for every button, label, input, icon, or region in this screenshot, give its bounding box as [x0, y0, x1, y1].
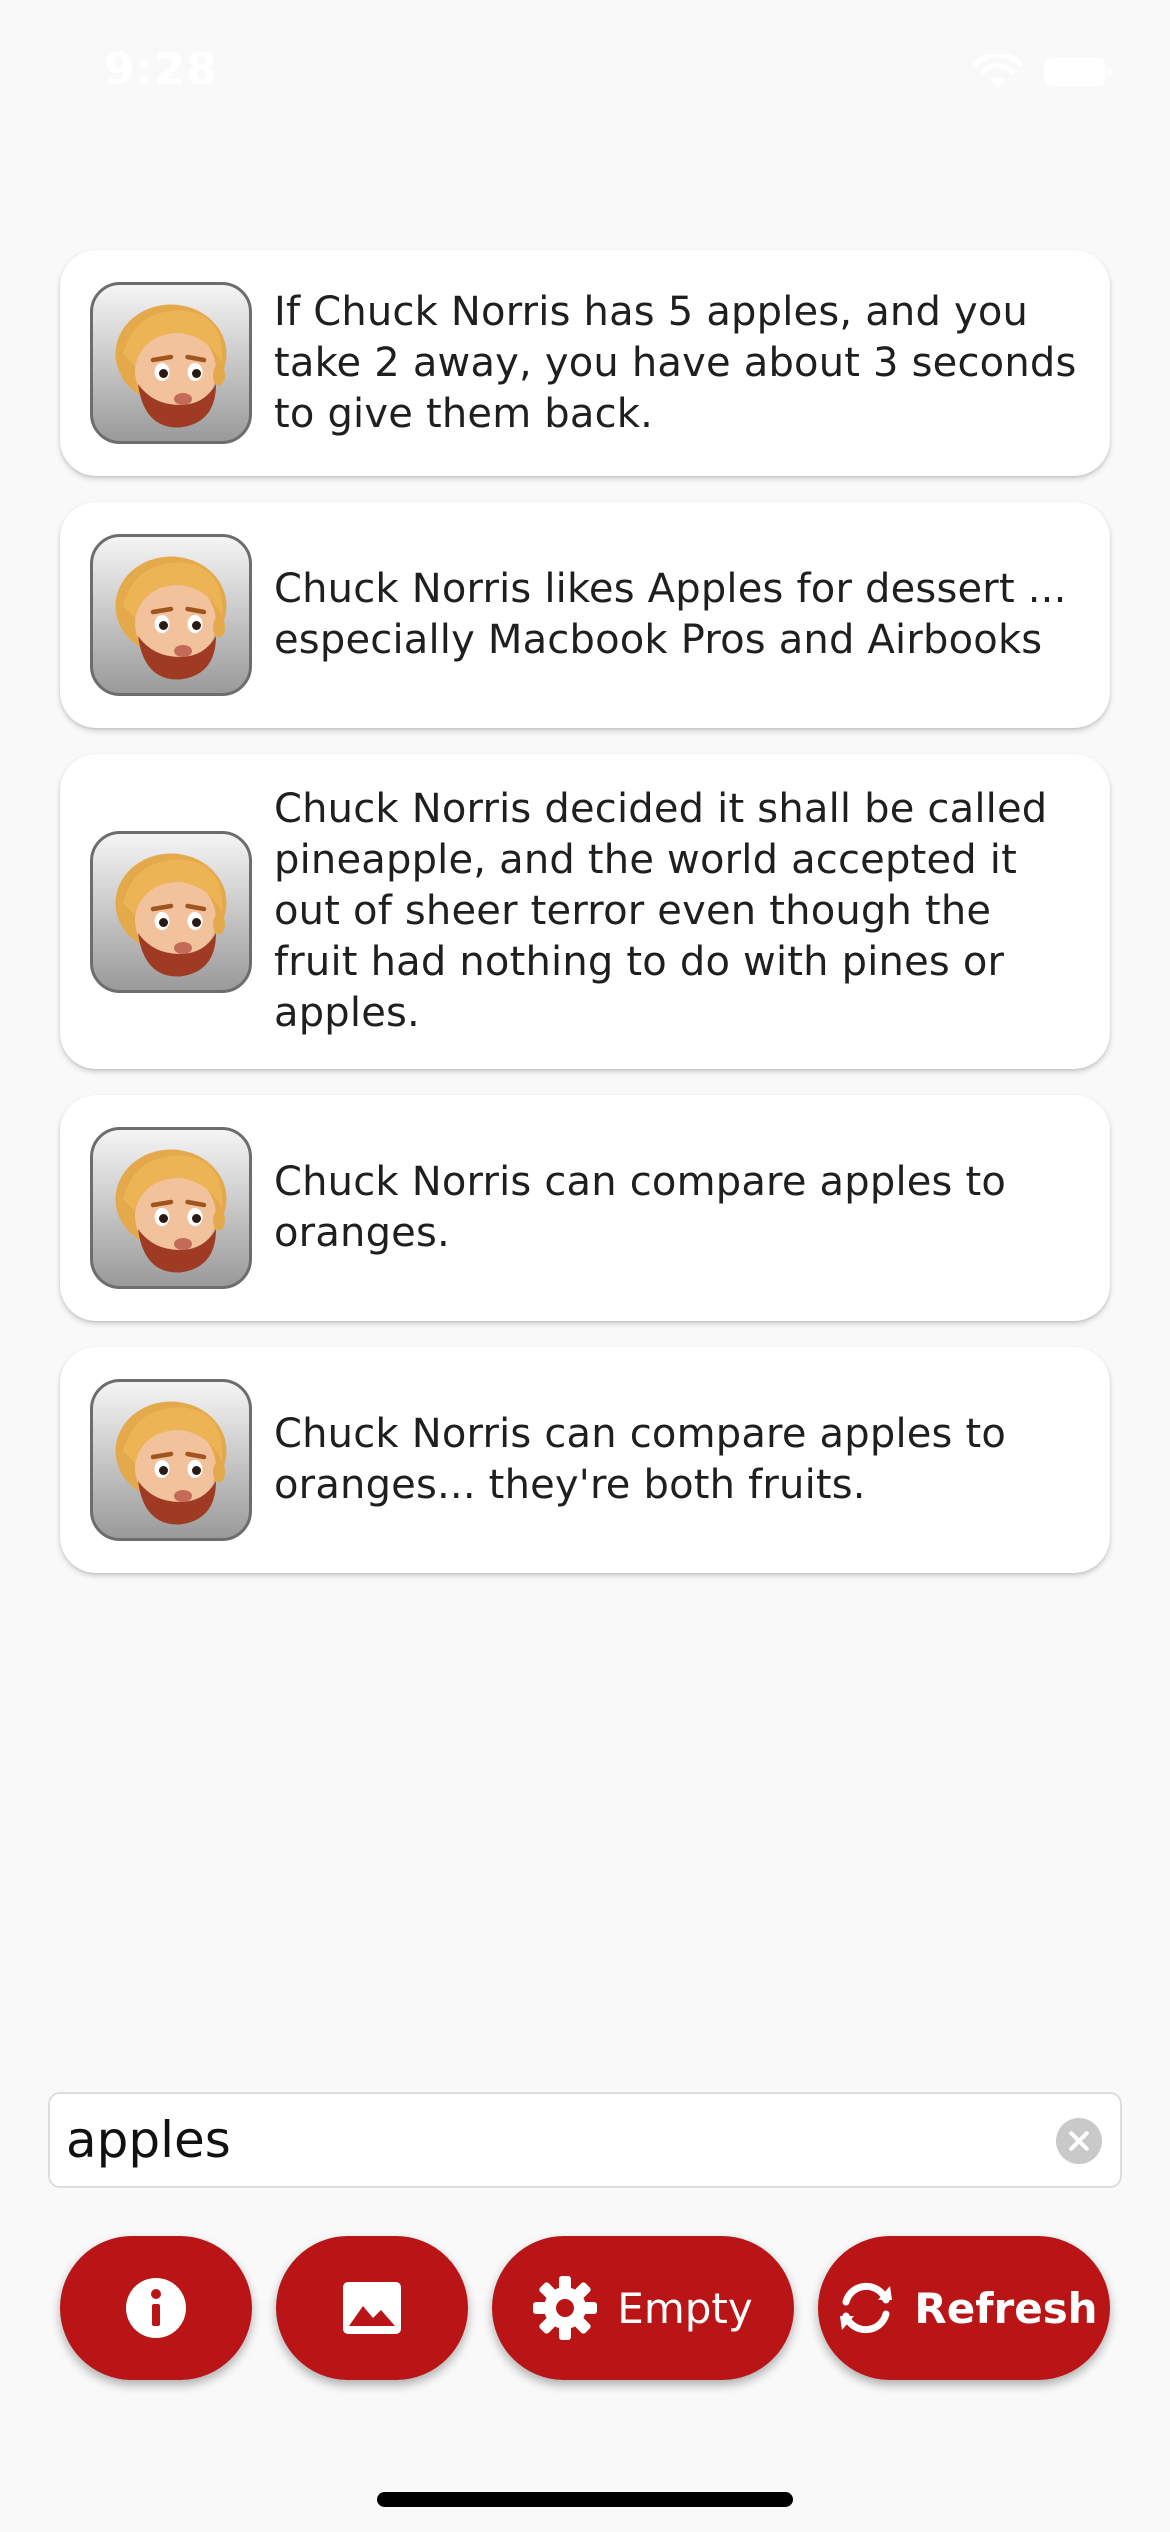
chuck-norris-avatar [90, 534, 252, 696]
battery-cap [1108, 66, 1112, 78]
avatar-image [115, 556, 227, 680]
joke-text: Chuck Norris can compare apples to orang… [274, 1159, 1007, 1256]
joke-card[interactable]: Chuck Norris decided it shall be called … [60, 754, 1110, 1069]
joke-card[interactable]: If Chuck Norris has 5 apples, and you ta… [60, 250, 1110, 476]
chuck-norris-avatar [90, 282, 252, 444]
clear-icon[interactable] [1056, 2118, 1102, 2164]
info-icon [126, 2278, 186, 2338]
gear-icon [533, 2276, 598, 2340]
joke-text: Chuck Norris can compare apples to orang… [274, 1411, 1007, 1508]
joke-card[interactable]: Chuck Norris can compare apples to orang… [60, 1347, 1110, 1573]
battery-icon [1044, 58, 1106, 86]
chuck-norris-avatar [90, 1127, 252, 1289]
image-button[interactable] [276, 2236, 468, 2380]
joke-card[interactable]: Chuck Norris likes Apples for dessert ..… [60, 502, 1110, 728]
avatar-image [115, 1401, 227, 1525]
status-bar: 9:28 [0, 0, 1170, 140]
avatar-image [115, 1149, 227, 1273]
chuck-norris-avatar [90, 830, 252, 993]
joke-text: Chuck Norris likes Apples for dessert ..… [274, 566, 1067, 663]
search-input[interactable] [66, 2106, 1026, 2174]
avatar-image [115, 853, 227, 977]
refresh-label: Refresh [914, 2283, 1098, 2333]
wifi-icon [973, 54, 1023, 88]
chuck-norris-avatar [90, 1379, 252, 1541]
refresh-icon [840, 2282, 893, 2334]
home-indicator [377, 2492, 793, 2507]
image-icon [343, 2282, 401, 2334]
joke-list: If Chuck Norris has 5 apples, and you ta… [60, 250, 1110, 1599]
joke-text: Chuck Norris decided it shall be called … [274, 786, 1048, 1036]
avatar-image [115, 304, 227, 428]
empty-label: Empty [617, 2283, 753, 2333]
joke-text: If Chuck Norris has 5 apples, and you ta… [274, 288, 1077, 437]
info-button[interactable] [60, 2236, 252, 2380]
status-time: 9:28 [104, 44, 218, 95]
empty-button[interactable]: Empty [492, 2236, 794, 2380]
refresh-button[interactable]: Refresh [818, 2236, 1110, 2380]
search-field[interactable] [48, 2092, 1122, 2188]
joke-card[interactable]: Chuck Norris can compare apples to orang… [60, 1095, 1110, 1321]
